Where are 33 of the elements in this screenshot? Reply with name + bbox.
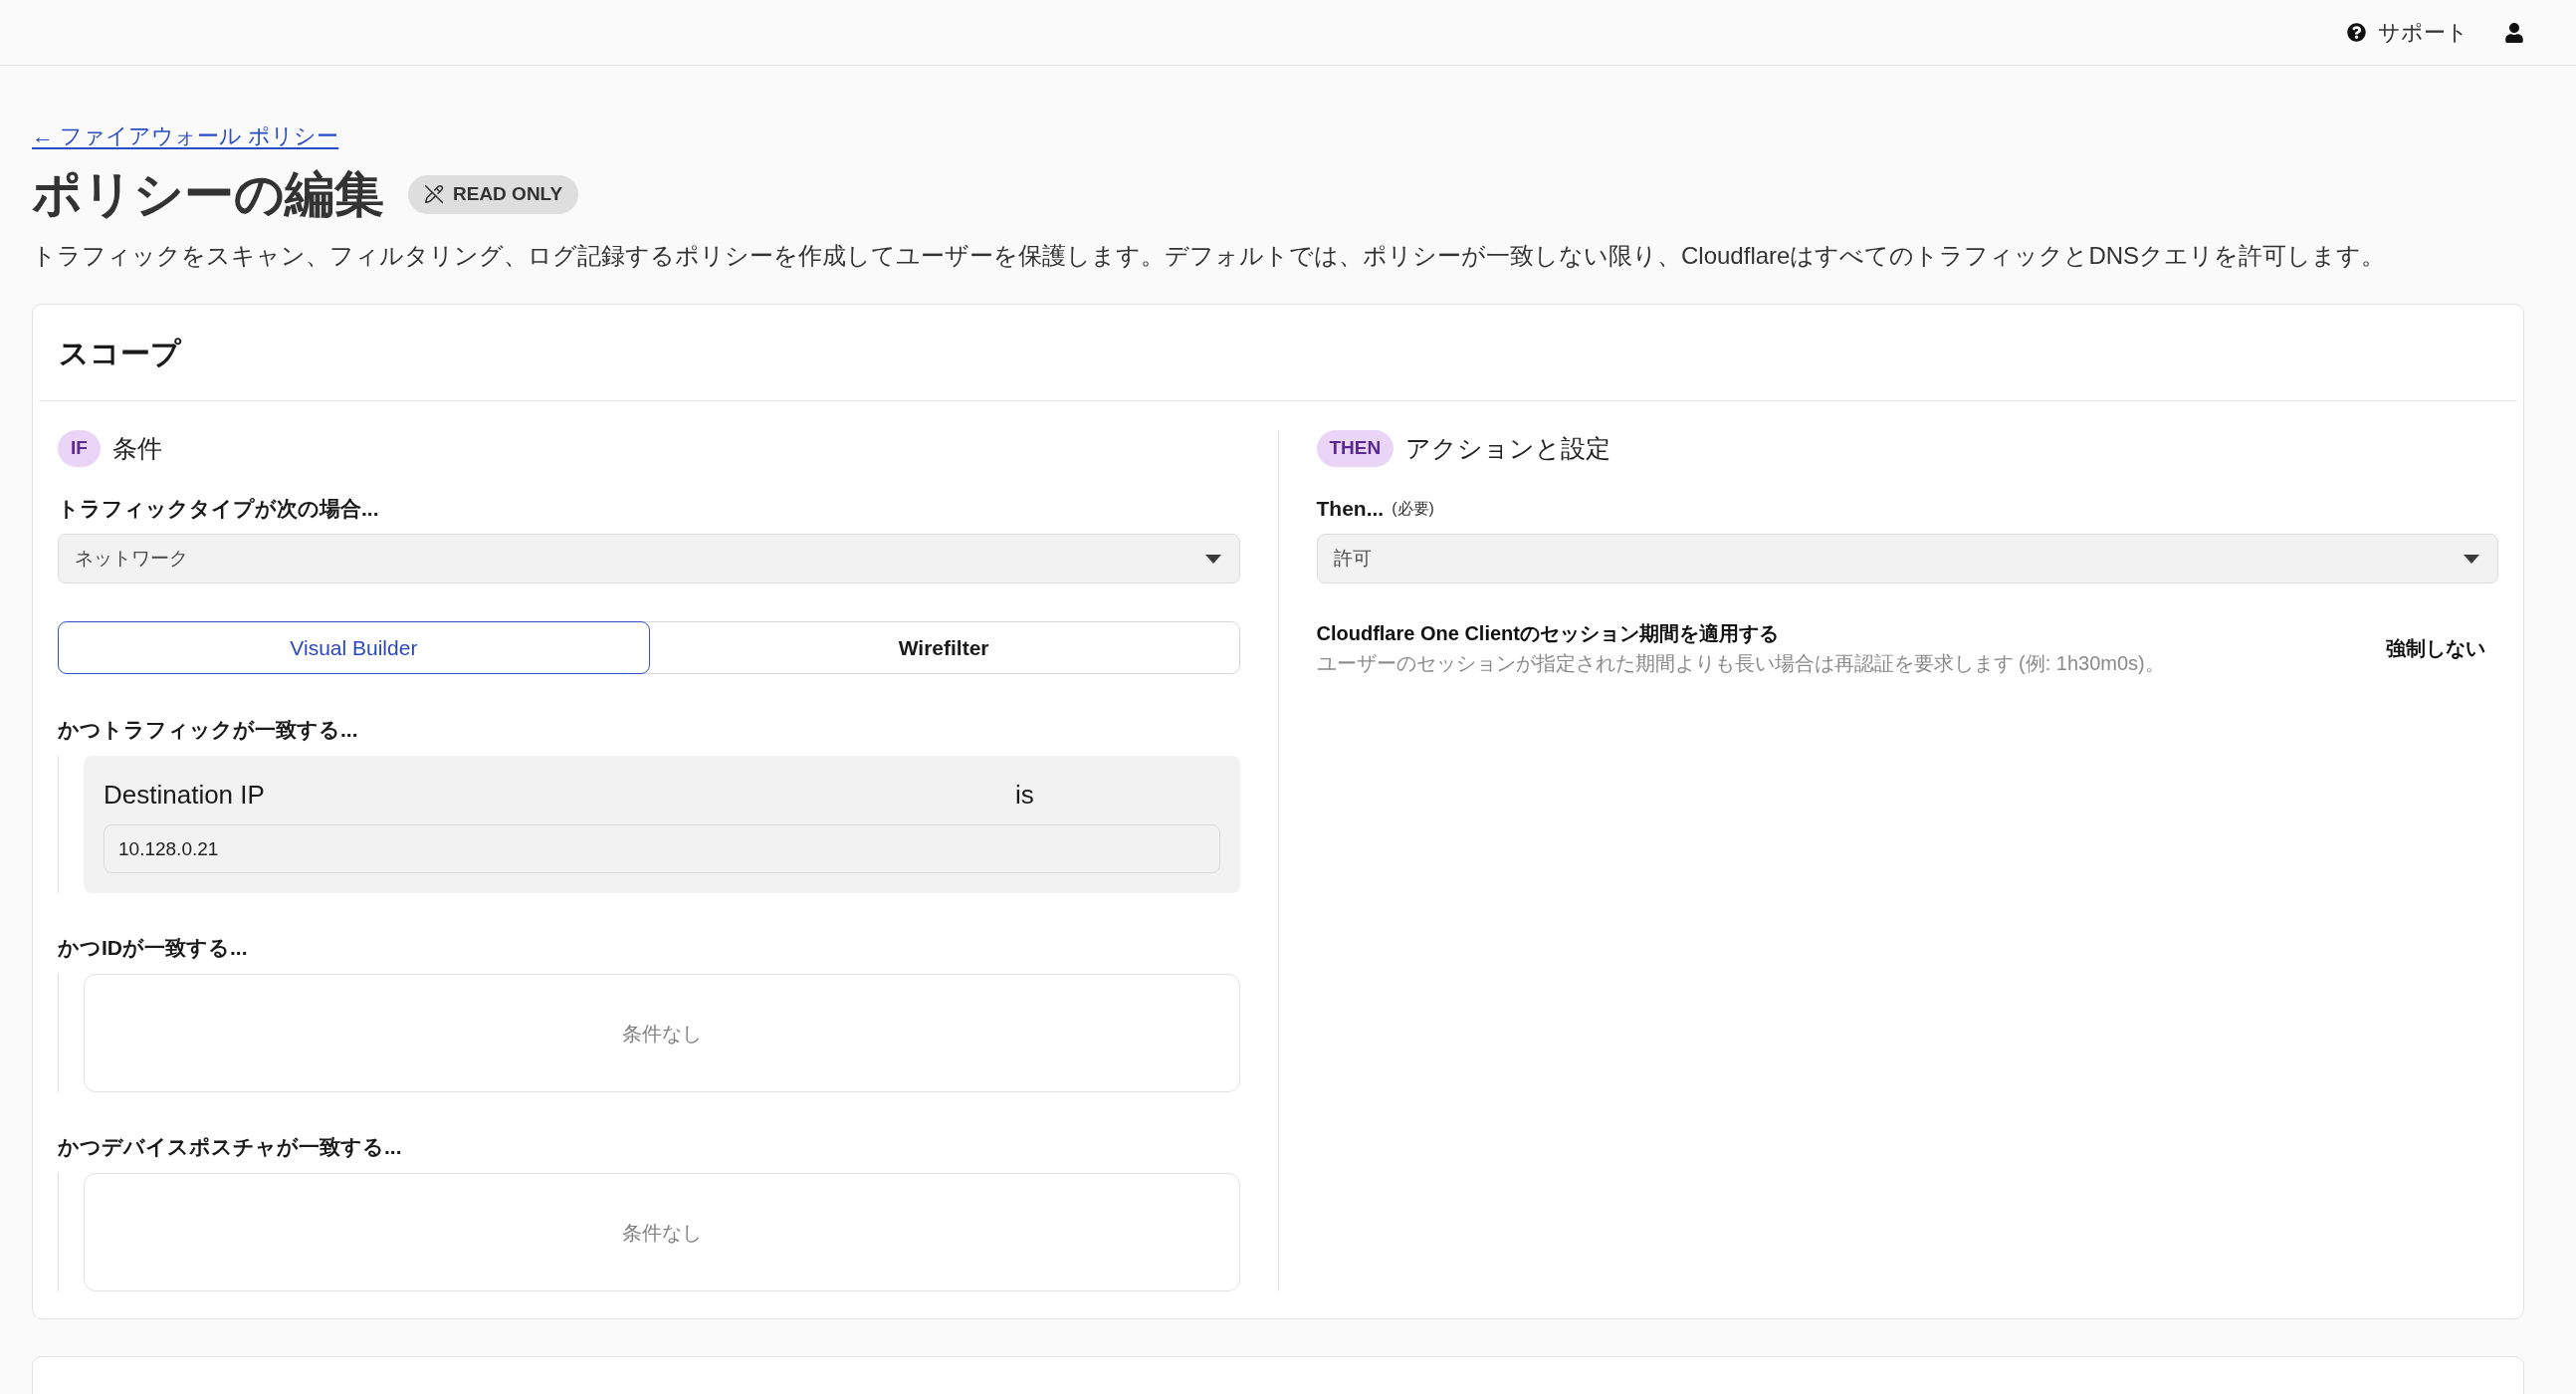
pencil-off-icon <box>424 184 444 204</box>
builder-mode-tab[interactable]: Wirefilter <box>648 622 1239 673</box>
condition-value-input[interactable]: 10.128.0.21 <box>104 824 1220 873</box>
field-label: トラフィックタイプが次の場合... <box>58 496 380 522</box>
caret-down-icon <box>1204 554 1221 564</box>
section-tag: IF <box>58 430 101 467</box>
section-heading: 条件 <box>111 432 162 464</box>
page-description: トラフィックをスキャン、フィルタリング、ログ記録するポリシーを作成してユーザーを保護します。デフォルトでは、ポリシーが一致しない限り、CloudflareはすべてのトラフィックとDNSクエリを許可します。 <box>32 241 2387 271</box>
setting-description: ユーザーのセッションが指定された期間よりも長い場合は再認証を要求します (例: 1h30m0s)。 <box>1316 651 2165 676</box>
page-title: ポリシーの編集 <box>32 165 384 224</box>
dropdown-select[interactable]: ネットワーク <box>58 534 1240 583</box>
user-icon[interactable] <box>2504 21 2524 44</box>
caret-down-icon <box>2464 554 2479 564</box>
setting-title: Cloudflare One Clientのセッション期間を適用する <box>1316 621 1780 646</box>
breadcrumb-link[interactable]: ← ファイアウォール ポリシー <box>32 123 339 149</box>
required-note: (必要) <box>1392 499 1434 519</box>
support-link[interactable]: サポート <box>2347 16 2469 49</box>
dropdown-select[interactable]: 許可 <box>1316 534 2498 583</box>
help-icon <box>2347 23 2366 42</box>
empty-condition-text: 条件なし <box>621 1220 702 1246</box>
field-label: かつトラフィックが一致する... <box>58 717 359 743</box>
field-label: Then... <box>1316 496 1385 523</box>
read-only-label: READ ONLY <box>453 181 563 206</box>
condition-operator: is <box>1015 779 1035 812</box>
section-heading: アクションと設定 <box>1405 432 1611 464</box>
section-tag: THEN <box>1316 430 1395 467</box>
card-title: スコープ <box>59 335 181 371</box>
condition-selector: Destination IP <box>104 779 266 812</box>
field-label: かつIDが一致する... <box>58 935 249 961</box>
builder-mode-tab[interactable]: Visual Builder <box>58 621 650 674</box>
empty-condition-text: 条件なし <box>621 1021 702 1046</box>
field-label: かつデバイスポスチャが一致する... <box>58 1134 403 1160</box>
setting-value: 強制しない <box>2386 636 2485 661</box>
